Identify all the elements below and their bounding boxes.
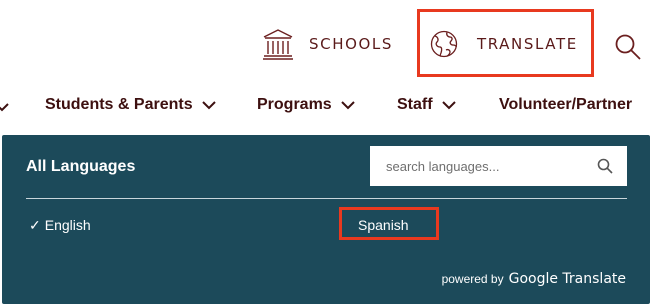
language-label: English [44,217,91,233]
chevron-down-icon [201,101,216,110]
translate-highlight-box [417,9,594,77]
spanish-highlight-box [339,207,439,240]
language-option-english[interactable]: ✓ English [29,217,91,234]
utility-bar: SCHOOLS TRANSLATE [0,0,653,86]
translate-panel: All Languages ✓English Spanish powered b… [2,135,650,304]
chevron-down-icon [441,101,456,110]
google-translate-logo: Google Translate [508,271,626,287]
nav-item-label: Programs [257,96,332,113]
nav-item-label: Staff [397,96,433,113]
search-icon[interactable] [614,33,642,61]
chevron-down-icon [340,101,355,110]
language-search-box [370,146,627,186]
chevron-down-icon[interactable] [0,102,10,112]
schoolhouse-icon [263,29,293,60]
powered-by-google-translate[interactable]: powered by Google Translate [442,271,626,287]
nav-item-label: Students & Parents [45,96,193,113]
search-icon[interactable] [597,158,613,174]
nav-item-programs[interactable]: Programs [257,96,355,114]
nav-item-staff[interactable]: Staff [397,96,456,114]
check-icon: ✓ [29,217,41,233]
panel-title: All Languages [26,158,136,175]
schools-link[interactable]: SCHOOLS [261,26,393,62]
main-navigation: Students & Parents Programs Staff Volunt… [0,86,653,128]
nav-item-students-parents[interactable]: Students & Parents [45,96,216,114]
powered-by-label: powered by [441,272,504,286]
language-search-input[interactable] [370,146,590,186]
nav-item-volunteer-partner[interactable]: Volunteer/Partner [499,96,632,114]
panel-divider [26,198,627,199]
nav-item-label: Volunteer/Partner [499,96,633,113]
schools-label: SCHOOLS [309,35,393,53]
